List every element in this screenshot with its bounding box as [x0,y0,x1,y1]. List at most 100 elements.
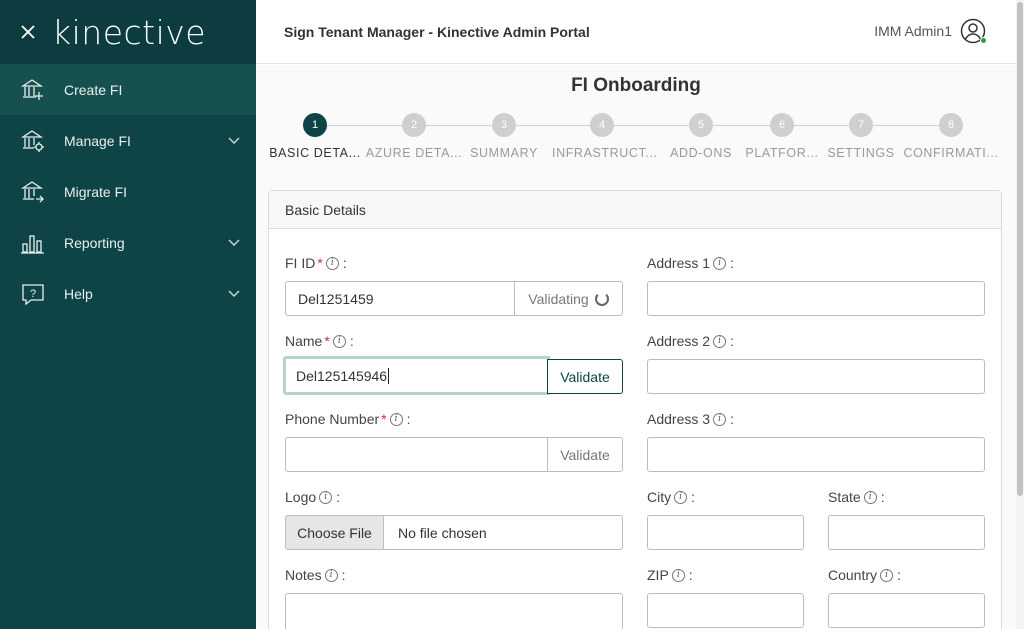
notes-label-text: Notes [285,567,322,583]
step-summary[interactable]: 3 SUMMARY [454,113,554,160]
sidebar-item-create-fi[interactable]: Create FI [0,64,256,115]
info-icon[interactable]: i [319,490,333,504]
sidebar-item-migrate-fi[interactable]: Migrate FI [0,166,256,217]
country-label-text: Country [828,567,878,583]
info-icon[interactable]: i [389,412,403,426]
step-label: SUMMARY [470,146,538,160]
label-colon: : [688,567,693,583]
info-icon[interactable]: i [713,334,727,348]
city-input[interactable] [647,515,804,550]
step-label: AZURE DETA... [365,146,463,160]
step-number: 1 [303,113,327,137]
scrollbar-thumb[interactable] [1017,2,1023,496]
step-azure-details[interactable]: 2 AZURE DETA... [364,113,464,160]
step-label: SETTINGS [827,146,895,160]
kinective-logo: kinective [52,12,207,52]
label-colon: : [730,255,734,271]
address3-input[interactable] [647,437,985,472]
step-number: 5 [689,113,713,137]
zip-input[interactable] [647,593,804,628]
info-icon[interactable]: i [674,490,688,504]
step-label: BASIC DETA... [269,146,361,160]
info-icon[interactable]: i [671,568,685,582]
required-asterisk: * [381,411,387,427]
address3-label: Address 3i: [647,411,734,427]
info-icon[interactable]: i [332,334,346,348]
name-validate-button[interactable]: Validate [547,359,623,394]
choose-file-button[interactable]: Choose File [285,515,384,550]
fi-id-label-text: FI ID [285,255,316,271]
sidebar-item-manage-fi[interactable]: Manage FI [0,115,256,166]
phone-validate-button[interactable]: Validate [547,437,623,472]
fi-id-input[interactable]: Del1251459 [285,281,516,316]
step-confirmation[interactable]: 8 CONFIRMATI... [901,113,1001,160]
user-avatar-icon[interactable] [960,18,987,44]
chevron-down-icon[interactable] [228,235,240,247]
fi-id-label: FI ID * i: [285,255,347,271]
step-settings[interactable]: 7 SETTINGS [811,113,911,160]
label-colon: : [406,411,411,427]
address3-label-text: Address 3 [647,411,711,427]
label-colon: : [897,567,901,583]
country-input[interactable] [828,593,985,628]
notes-label: Notes i: [285,567,345,583]
country-label: Country i: [828,567,901,583]
sidebar-item-label: Create FI [64,81,123,98]
sidebar: kinective Create FI Manage FI Migrate FI [0,0,256,629]
sidebar-item-reporting[interactable]: Reporting [0,217,256,268]
step-number: 2 [402,113,426,137]
step-label: CONFIRMATI... [903,146,999,160]
notes-textarea[interactable] [285,593,623,629]
sidebar-item-help[interactable]: ? Help [0,268,256,319]
required-asterisk: * [324,333,330,349]
loading-spinner-icon [594,291,609,306]
city-label: City i: [647,489,695,505]
city-label-text: City [647,489,672,505]
chevron-down-icon[interactable] [228,286,240,298]
name-value: Del125145946 [296,367,388,384]
step-number: 4 [590,113,614,137]
help-icon: ? [20,281,46,307]
state-input[interactable] [828,515,985,550]
page-title: FI Onboarding [571,75,701,96]
step-infrastructure[interactable]: 4 INFRASTRUCT... [552,113,657,160]
logo-label-text: Logo [285,489,317,505]
info-icon[interactable]: i [325,256,339,270]
choose-file-label: Choose File [297,524,372,541]
address1-label-text: Address 1 [647,255,711,271]
address2-input[interactable] [647,359,985,394]
info-icon[interactable]: i [880,568,894,582]
step-number: 3 [492,113,516,137]
user-menu[interactable]: IMM Admin1 [874,18,987,44]
bank-add-icon [20,77,46,103]
sidebar-item-label: Reporting [64,234,125,251]
label-colon: : [730,333,734,349]
sidebar-item-label: Help [64,285,93,302]
name-input[interactable]: Del125145946 [283,356,550,395]
fi-id-validating-button[interactable]: Validating [514,281,623,316]
info-icon[interactable]: i [713,412,727,426]
step-number: 6 [770,113,794,137]
info-icon[interactable]: i [713,256,727,270]
address1-input[interactable] [647,281,985,316]
info-icon[interactable]: i [324,568,338,582]
chevron-down-icon[interactable] [228,133,240,145]
info-icon[interactable]: i [863,490,877,504]
address2-label: Address 2i: [647,333,734,349]
address2-label-text: Address 2 [647,333,711,349]
label-colon: : [342,255,347,271]
close-icon[interactable] [18,22,38,42]
sidebar-item-label: Migrate FI [64,183,128,200]
phone-input[interactable] [285,437,548,472]
label-colon: : [341,567,346,583]
text-caret [388,367,390,384]
online-status-dot [980,37,987,44]
state-label: State i: [828,489,885,505]
user-name[interactable]: IMM Admin1 [874,23,952,39]
bank-migrate-icon [20,179,46,205]
step-basic-details[interactable]: 1 BASIC DETA... [265,113,365,160]
zip-label-text: ZIP [647,567,669,583]
state-label-text: State [828,489,861,505]
phone-label-text: Phone Number [285,411,380,427]
validate-label: Validate [560,446,610,463]
